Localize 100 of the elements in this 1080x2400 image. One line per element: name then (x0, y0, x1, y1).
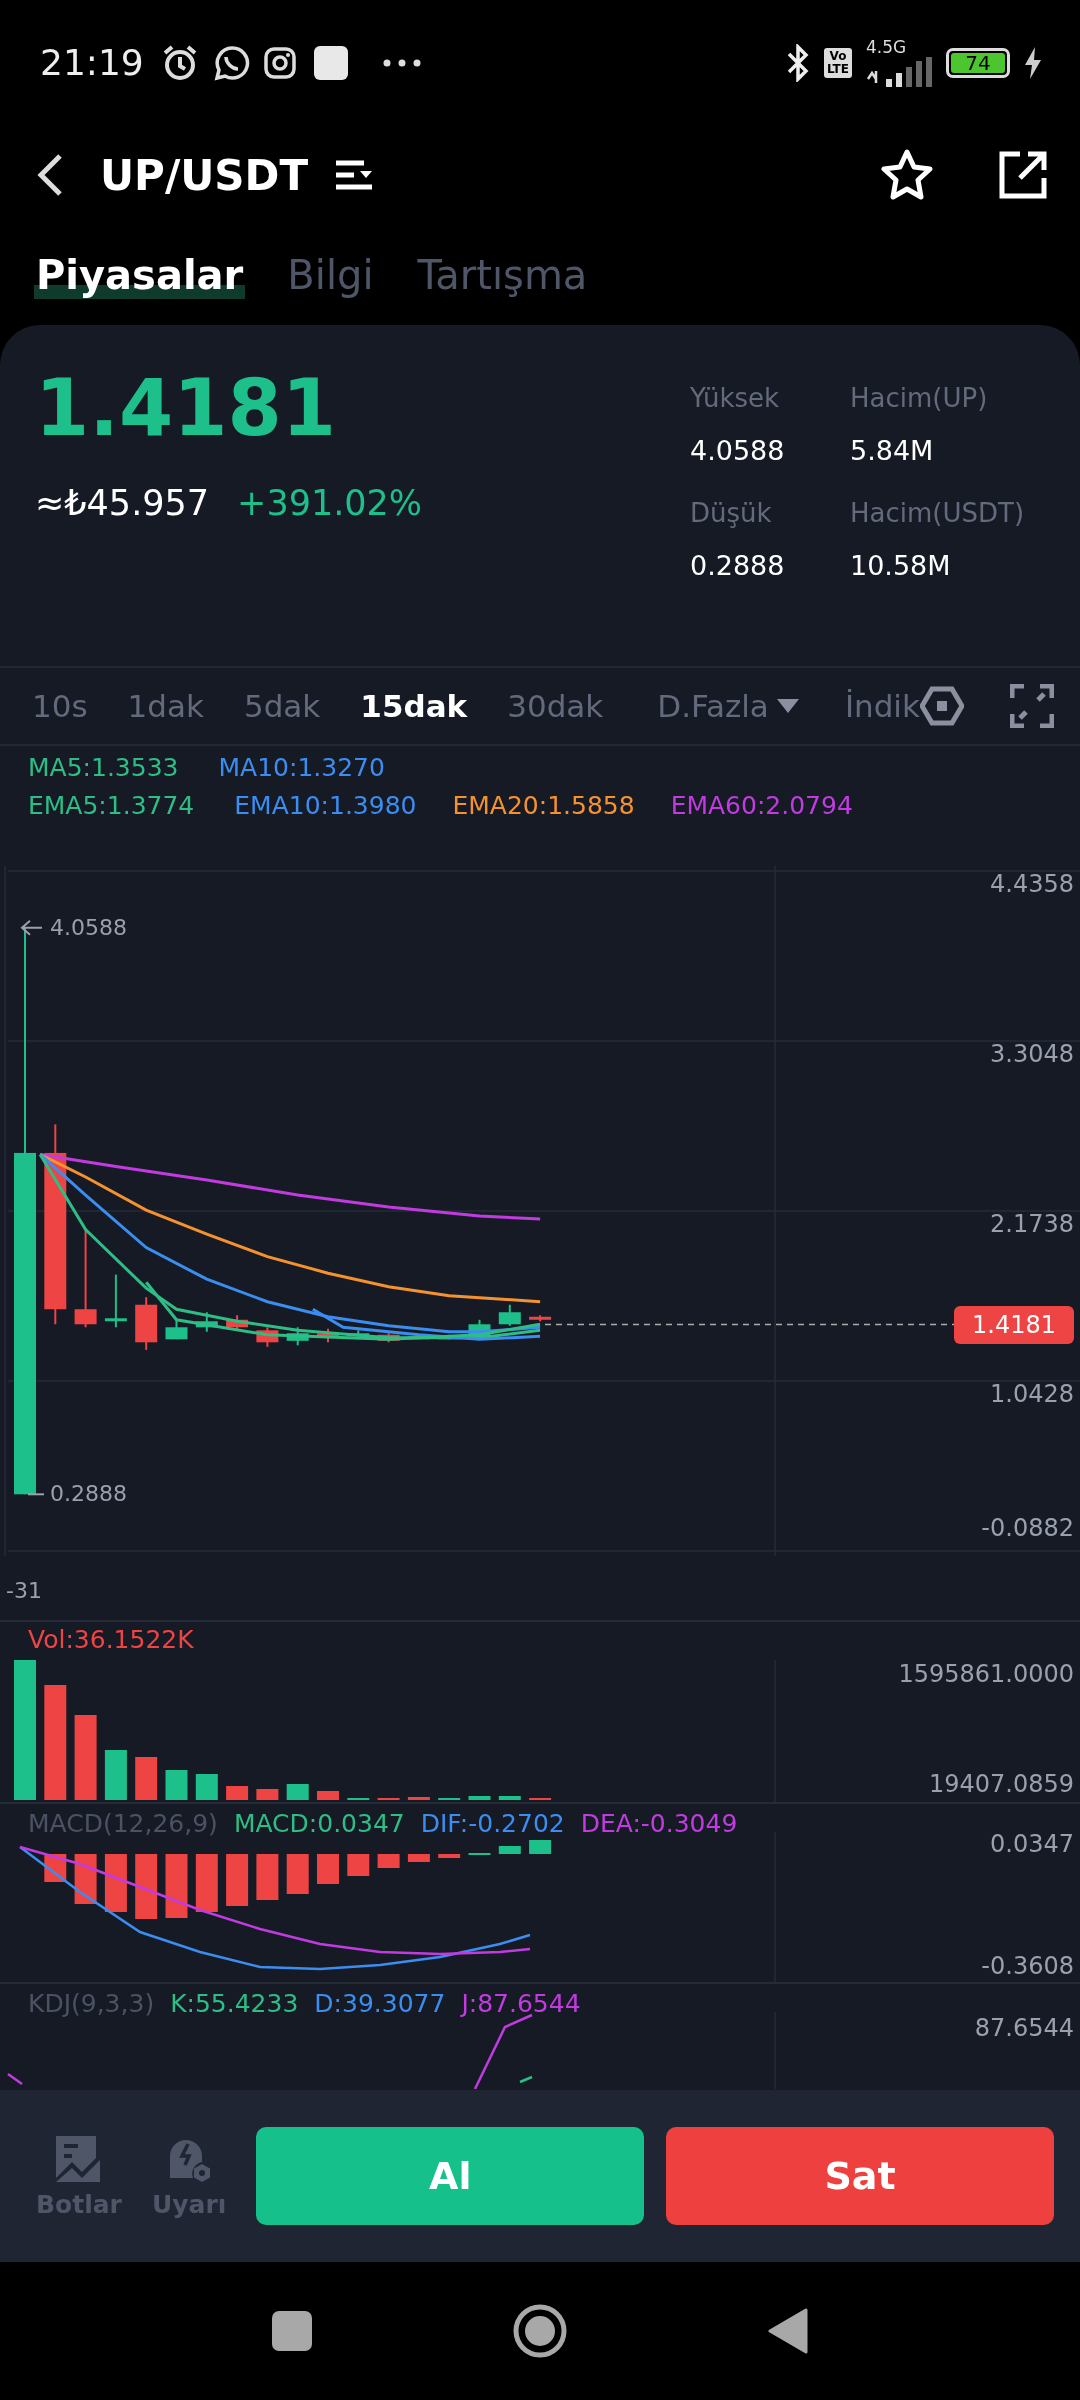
share-icon[interactable] (998, 150, 1048, 200)
histogram-bar (104, 1854, 127, 1912)
indicator-value: MACD(12,26,9) (28, 1808, 218, 1840)
histogram-bar (226, 1854, 249, 1906)
histogram-bar (438, 1854, 461, 1858)
stat-label: Düşük (690, 498, 773, 528)
bluetooth-icon (785, 43, 810, 82)
indicator-value: D:39.3077 (314, 1988, 446, 2020)
histogram-bar (317, 1854, 339, 1884)
histogram-bar (195, 1854, 218, 1912)
sell-button[interactable]: Sat (666, 2127, 1054, 2225)
tab[interactable]: Bilgi (285, 251, 376, 299)
volume-bar (165, 1770, 188, 1800)
timeframe-tab[interactable]: 30dak (507, 688, 604, 724)
timeframe-tab[interactable]: 5dak (243, 688, 321, 724)
hexagon-icon[interactable] (919, 686, 964, 726)
histogram-bar (498, 1846, 521, 1854)
price-change: +391.02% (237, 483, 423, 523)
stat-label: Yüksek (690, 383, 781, 413)
more-dropdown[interactable]: D.Fazla (657, 688, 799, 724)
volume-bar (468, 1796, 491, 1800)
candle (286, 1326, 309, 1347)
tab[interactable]: Tartışma (415, 251, 590, 299)
candle (256, 1326, 279, 1348)
candle (498, 1303, 521, 1327)
timeframe-tab[interactable]: 10s (32, 688, 88, 724)
timeframe-tab[interactable]: 15dak (360, 688, 468, 724)
volume-bar (286, 1784, 309, 1800)
indicators-button[interactable]: İndik (844, 688, 920, 724)
volume-bar (135, 1757, 158, 1800)
app-square-icon (313, 45, 348, 80)
axis-label: 1.0428 (990, 1379, 1074, 1410)
axis-label: 3.3048 (990, 1039, 1074, 1070)
list-menu-icon[interactable] (336, 160, 373, 190)
stat-value: 0.2888 (690, 550, 786, 581)
axis-label: 0.0347 (990, 1829, 1074, 1860)
pair-title: UP/USDT (100, 150, 309, 200)
j-line (7, 2073, 23, 2085)
axis-label: -0.3608 (981, 1951, 1074, 1982)
histogram-bar (135, 1854, 158, 1919)
volte-badge: Vo LTE (823, 47, 852, 78)
indicator-value: EMA5:1.3774 (28, 790, 195, 822)
stat-value: 5.84M (850, 435, 935, 466)
candle (377, 1332, 400, 1344)
histogram-bar (165, 1854, 188, 1918)
histogram-bar (286, 1854, 309, 1894)
histogram-bar (407, 1854, 430, 1862)
volume-bar (407, 1797, 430, 1800)
indicator-value: DIF:-0.2702 (420, 1808, 565, 1840)
recent-apps-button[interactable] (272, 2311, 312, 2351)
fiat-price: ≈₺45.957 (35, 483, 210, 523)
indicator-value: MACD:0.0347 (233, 1808, 405, 1840)
indicator-value: EMA60:2.0794 (670, 790, 853, 822)
axis-label: 19407.0859 (928, 1769, 1074, 1800)
candle (195, 1311, 218, 1333)
stat-value: 10.58M (850, 550, 952, 581)
arrow-icon (20, 919, 43, 936)
fullscreen-icon[interactable] (1010, 684, 1054, 728)
histogram-bar (377, 1854, 400, 1868)
stat-label: Hacim(UP) (850, 383, 989, 413)
indicator-value: MA5:1.3533 (28, 752, 179, 784)
candle (104, 1273, 127, 1329)
axis-label: -31 (5, 1577, 43, 1605)
high-marker: 4.0588 (50, 913, 127, 942)
volume-bar (317, 1791, 339, 1800)
axis-label: -0.0882 (981, 1513, 1074, 1544)
candle (317, 1327, 339, 1344)
stat-label: Hacim(USDT) (850, 498, 1026, 528)
axis-label: 2.1738 (990, 1209, 1074, 1240)
candle (135, 1296, 158, 1351)
volume-legend: Vol:36.1522K (28, 1624, 194, 1656)
stat-value: 4.0588 (690, 435, 786, 466)
histogram-bar (256, 1854, 279, 1900)
low-marker: 0.2888 (50, 1480, 127, 1509)
indicator-value: DEA:-0.3049 (580, 1808, 738, 1840)
indicator-value: K:55.4233 (170, 1988, 299, 2020)
status-time: 21:19 (40, 42, 144, 83)
network-type: 4.5G (866, 38, 907, 56)
indicator-value: KDJ(9,3,3) (28, 1988, 155, 2020)
histogram-bar (347, 1854, 370, 1876)
buy-button[interactable]: Al (256, 2127, 645, 2225)
histogram-bar (529, 1840, 552, 1854)
back-button[interactable] (768, 2308, 808, 2354)
camera-icon (263, 46, 296, 79)
indicator-value: MA10:1.3270 (218, 752, 385, 784)
star-icon[interactable] (880, 149, 934, 201)
timeframe-tab[interactable]: 1dak (127, 688, 204, 724)
chat-bubble-icon (213, 44, 250, 81)
axis-label: 1595861.0000 (898, 1659, 1074, 1690)
indicator-value: EMA10:1.3980 (234, 790, 417, 822)
back-icon[interactable] (36, 153, 64, 197)
axis-label: 4.4358 (990, 869, 1074, 900)
more-dots-icon (381, 57, 422, 68)
candle (165, 1318, 188, 1341)
signal-icon (866, 57, 932, 87)
indicator-value: J:87.6544 (461, 1988, 581, 2020)
k-line (519, 2075, 533, 2084)
indicator-value: EMA20:1.5858 (452, 790, 635, 822)
volume-bar (498, 1796, 521, 1800)
home-button[interactable] (512, 2303, 568, 2359)
